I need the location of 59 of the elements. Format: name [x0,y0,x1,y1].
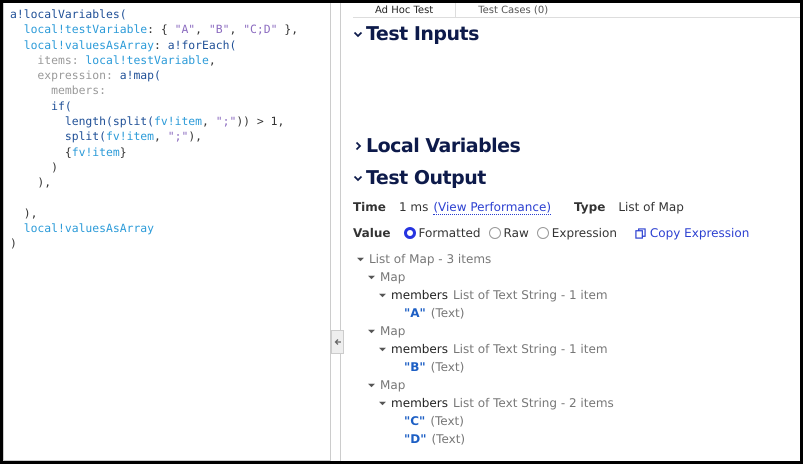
caret-down-icon[interactable] [368,274,375,280]
tree-node[interactable]: Map [380,324,406,338]
field-name: members [391,396,448,410]
field-label: Type [574,200,606,214]
code-line: local!valuesAsArray: a!forEach( [22,38,238,53]
value-text: "A" [404,306,426,320]
field-name: members [391,342,448,356]
caret-down-icon[interactable] [379,292,386,298]
code-line: length(split(fv!item, ";")) > 1, [64,114,286,130]
code-line: local!testVariable: { "A", "B", "C;D" }, [22,22,300,38]
code-line: {fv!item} [64,144,128,160]
copy-expression-link[interactable]: Copy Expression [634,226,750,240]
type-text: (Text) [431,432,466,446]
value-text: "B" [404,360,426,374]
copy-icon [634,228,646,238]
radio-option[interactable]: Formatted [404,226,481,240]
caret-down-icon[interactable] [368,328,375,334]
code-line: a!localVariables( [10,7,128,22]
code-line: split(fv!item, ";"), [64,129,204,145]
code-line: members: [50,83,108,99]
section-title: Local Variables [366,135,520,157]
tree-node[interactable]: Map [380,270,406,284]
code-line: ), [22,206,38,222]
performance-link[interactable]: (View Performance) [433,200,552,214]
chevron-right-icon[interactable] [353,141,363,151]
code-line: if( [50,98,73,114]
radio-option[interactable]: Raw [488,226,529,240]
code-line: local!valuesAsArray [22,221,156,236]
tree-node[interactable]: Map [380,378,406,392]
type-text: (Text) [430,414,464,428]
chevron-down-icon[interactable] [353,173,363,183]
time-value: 1 ms [398,200,428,214]
type-text: (Text) [430,360,464,374]
code-line: ), [36,175,52,191]
type-text: List of Text String - 2 items [452,396,614,410]
caret-down-icon[interactable] [379,400,386,406]
type-text: (Text) [430,306,464,320]
arrow-left-icon [334,338,342,346]
section-title: Test Inputs [366,23,479,45]
tree-node[interactable]: List of Map - 3 items [369,252,492,266]
value-text: "D" [404,432,426,446]
collapse-button[interactable] [331,330,344,354]
code-line: items: local!testVariable, [36,52,217,68]
field-label: Time [353,200,386,214]
code-line: ) [10,236,18,252]
field-name: members [391,288,448,302]
section-title: Test Output [366,167,486,189]
type-text: List of Text String - 1 item [452,342,608,356]
radio-option[interactable]: Expression [536,226,617,240]
chevron-down-icon[interactable] [353,29,363,39]
code-line: ) [50,160,60,176]
caret-down-icon[interactable] [368,382,375,388]
field-label: Value [353,226,391,240]
type-value: List of Map [618,200,684,214]
type-text: List of Text String - 1 item [452,288,608,302]
value-text: "C" [404,414,426,428]
caret-down-icon[interactable] [357,256,364,262]
code-line: expression: a!map( [36,68,162,84]
caret-down-icon[interactable] [379,346,386,352]
